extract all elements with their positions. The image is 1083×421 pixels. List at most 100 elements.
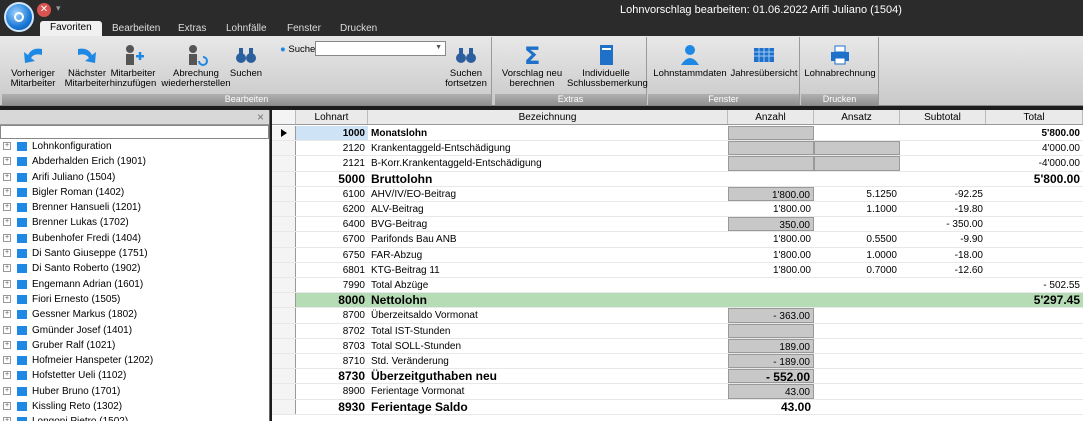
- employee-list-item[interactable]: + Hofmeier Hanspeter (1202): [0, 353, 269, 368]
- cell-subtotal[interactable]: -92.25: [900, 187, 986, 201]
- row-selector[interactable]: [272, 323, 296, 338]
- cell-total[interactable]: [986, 369, 1083, 383]
- employee-list-item[interactable]: + Abderhalden Erich (1901): [0, 154, 269, 169]
- cell-bezeichnung[interactable]: Ferientage Vormonat: [368, 384, 728, 398]
- cell-anzahl[interactable]: [728, 126, 814, 141]
- abrechnung-wiederherstellen-button[interactable]: Abrechung wiederherstellen: [160, 43, 232, 89]
- cell-bezeichnung[interactable]: Nettolohn: [368, 293, 728, 307]
- header-ansatz[interactable]: Ansatz: [814, 110, 900, 125]
- cell-bezeichnung[interactable]: Std. Veränderung: [368, 354, 728, 368]
- cell-bezeichnung[interactable]: Parifonds Bau ANB: [368, 232, 728, 246]
- cell-lohnart[interactable]: 8700: [296, 308, 368, 322]
- cell-lohnart[interactable]: 8900: [296, 384, 368, 398]
- cell-ansatz[interactable]: [814, 156, 900, 171]
- cell-subtotal[interactable]: [900, 400, 986, 414]
- tab-favoriten[interactable]: Favoriten: [40, 21, 102, 36]
- cell-subtotal[interactable]: [900, 384, 986, 398]
- cell-subtotal[interactable]: -9.90: [900, 232, 986, 246]
- cell-lohnart[interactable]: 8000: [296, 293, 368, 307]
- expand-icon[interactable]: +: [3, 203, 11, 212]
- employee-list-item[interactable]: + Engemann Adrian (1601): [0, 277, 269, 292]
- cell-ansatz[interactable]: [814, 308, 900, 322]
- cell-total[interactable]: 5'800.00: [986, 172, 1083, 186]
- cell-lohnart[interactable]: 7990: [296, 278, 368, 292]
- expand-icon[interactable]: +: [3, 371, 11, 380]
- search-input[interactable]: ▼: [315, 41, 446, 56]
- cell-ansatz[interactable]: [814, 384, 900, 398]
- tab-extras[interactable]: Extras: [178, 22, 206, 36]
- employee-list-item[interactable]: + Gruber Ralf (1021): [0, 338, 269, 353]
- cell-anzahl[interactable]: 1'800.00: [728, 232, 814, 246]
- expand-icon[interactable]: +: [3, 187, 11, 196]
- cell-lohnart[interactable]: 5000: [296, 172, 368, 186]
- lohnabrechnung-button[interactable]: Lohnabrechnung: [803, 43, 877, 79]
- cell-lohnart[interactable]: 8710: [296, 354, 368, 368]
- mitarbeiter-hinzufuegen-button[interactable]: Mitarbeiter hinzufügen: [106, 43, 160, 89]
- cell-subtotal[interactable]: [900, 141, 986, 155]
- cell-lohnart[interactable]: 6100: [296, 187, 368, 201]
- table-row[interactable]: 6801 KTG-Beitrag 11 1'800.00 0.7000 -12.60: [272, 262, 1083, 278]
- cell-anzahl[interactable]: [728, 323, 814, 338]
- row-selector[interactable]: [272, 171, 296, 186]
- row-selector[interactable]: [272, 278, 296, 293]
- cell-bezeichnung[interactable]: B-Korr.Krankentaggeld-Entschädigung: [368, 156, 728, 170]
- cell-anzahl[interactable]: 1'800.00: [728, 186, 814, 201]
- cell-anzahl[interactable]: 1'800.00: [728, 263, 814, 277]
- cell-bezeichnung[interactable]: BVG-Beitrag: [368, 217, 728, 231]
- row-selector[interactable]: [272, 308, 296, 323]
- row-selector[interactable]: [272, 293, 296, 308]
- row-selector[interactable]: [272, 156, 296, 171]
- table-row[interactable]: 8000 Nettolohn 5'297.45: [272, 293, 1083, 309]
- cell-ansatz[interactable]: [814, 354, 900, 368]
- cell-subtotal[interactable]: [900, 369, 986, 383]
- cell-ansatz[interactable]: [814, 141, 900, 156]
- lohnstammdaten-button[interactable]: Lohnstammdaten: [650, 43, 730, 79]
- cell-bezeichnung[interactable]: Total IST-Stunden: [368, 324, 728, 338]
- cell-ansatz[interactable]: [814, 172, 900, 186]
- cell-anzahl[interactable]: [728, 293, 814, 307]
- header-total[interactable]: Total: [986, 110, 1083, 125]
- expand-icon[interactable]: +: [3, 249, 11, 258]
- table-row[interactable]: 8710 Std. Veränderung - 189.00: [272, 354, 1083, 370]
- cell-total[interactable]: [986, 308, 1083, 322]
- expand-icon[interactable]: +: [3, 310, 11, 319]
- cell-bezeichnung[interactable]: ALV-Beitrag: [368, 202, 728, 216]
- expand-icon[interactable]: +: [3, 294, 11, 303]
- table-row[interactable]: 1000 Monatslohn 5'800.00: [272, 126, 1083, 142]
- cell-ansatz[interactable]: [814, 339, 900, 353]
- employee-list-item[interactable]: + Lohnkonfiguration: [0, 139, 269, 154]
- row-selector[interactable]: [272, 232, 296, 247]
- employee-list-item[interactable]: + Bubenhofer Fredi (1404): [0, 231, 269, 246]
- cell-ansatz[interactable]: 1.1000: [814, 202, 900, 216]
- employee-list-item[interactable]: + Hofstetter Ueli (1102): [0, 368, 269, 383]
- tab-bearbeiten[interactable]: Bearbeiten: [112, 22, 160, 36]
- row-selector[interactable]: [272, 247, 296, 262]
- cell-anzahl[interactable]: - 552.00: [728, 369, 814, 384]
- cell-anzahl[interactable]: 1'800.00: [728, 248, 814, 262]
- cell-lohnart[interactable]: 8703: [296, 339, 368, 353]
- cell-total[interactable]: [986, 354, 1083, 368]
- cell-ansatz[interactable]: [814, 293, 900, 307]
- table-row[interactable]: 5000 Bruttolohn 5'800.00: [272, 171, 1083, 187]
- table-row[interactable]: 2121 B-Korr.Krankentaggeld-Entschädigung -…: [272, 156, 1083, 172]
- table-row[interactable]: 6200 ALV-Beitrag 1'800.00 1.1000 -19.80: [272, 202, 1083, 218]
- cell-lohnart[interactable]: 6750: [296, 248, 368, 262]
- cell-lohnart[interactable]: 2120: [296, 141, 368, 155]
- cell-lohnart[interactable]: 6801: [296, 263, 368, 277]
- cell-bezeichnung[interactable]: FAR-Abzug: [368, 248, 728, 262]
- expand-icon[interactable]: +: [3, 356, 11, 365]
- expand-icon[interactable]: +: [3, 325, 11, 334]
- row-selector[interactable]: [272, 217, 296, 232]
- quick-access-arrow-icon[interactable]: ▾: [56, 3, 61, 14]
- header-subtotal[interactable]: Subtotal: [900, 110, 986, 125]
- table-row[interactable]: 6700 Parifonds Bau ANB 1'800.00 0.5500 -9.90: [272, 232, 1083, 248]
- row-selector[interactable]: [272, 369, 296, 384]
- cell-subtotal[interactable]: [900, 308, 986, 322]
- cell-lohnart[interactable]: 6700: [296, 232, 368, 246]
- cell-lohnart[interactable]: 8930: [296, 400, 368, 414]
- employee-list-item[interactable]: + Arifi Juliano (1504): [0, 170, 269, 185]
- expand-icon[interactable]: +: [3, 218, 11, 227]
- row-selector[interactable]: [272, 338, 296, 353]
- cell-ansatz[interactable]: 1.0000: [814, 248, 900, 262]
- cell-lohnart[interactable]: 8702: [296, 324, 368, 338]
